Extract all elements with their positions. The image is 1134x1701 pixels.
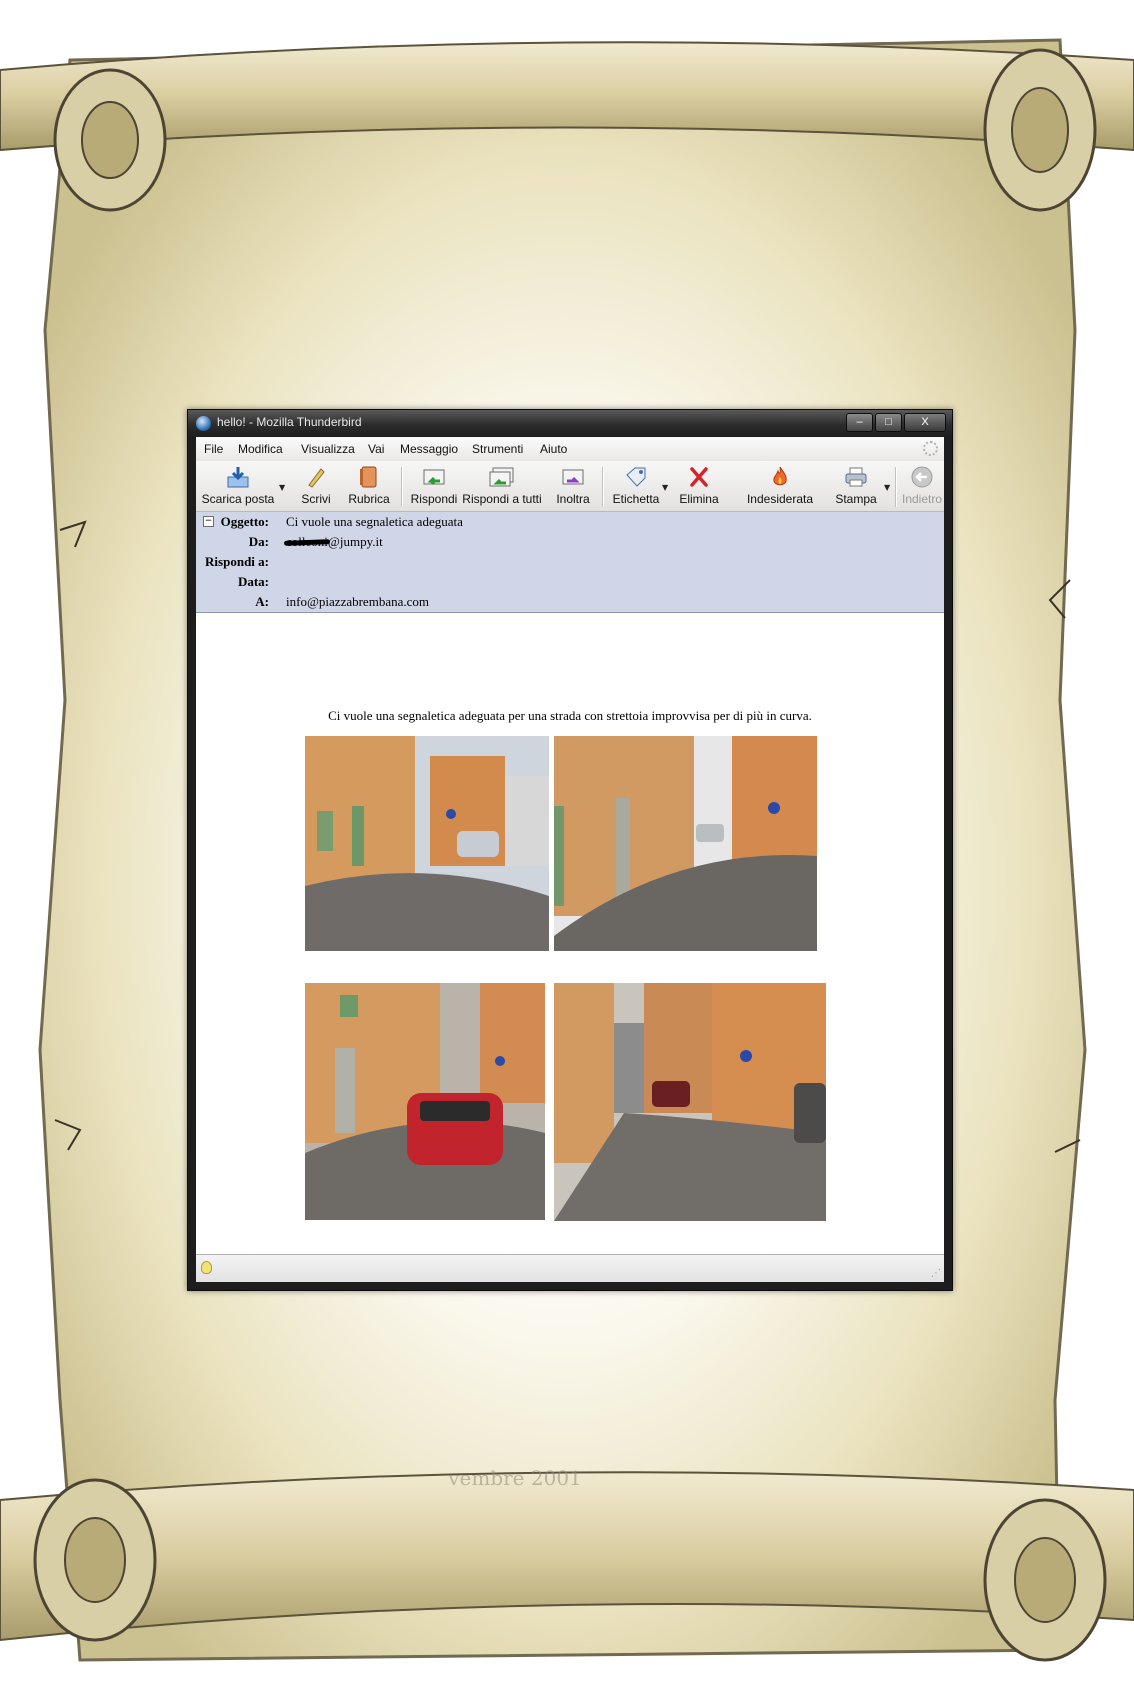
- tag-icon: [626, 467, 646, 487]
- subject-row: Oggetto: Ci vuole una segnaletica adegua…: [196, 514, 944, 532]
- print-label: Stampa: [835, 492, 877, 506]
- delete-x-icon: [690, 467, 708, 487]
- address-book-icon: [360, 466, 377, 488]
- reply-to-label: Rispondi a:: [205, 554, 269, 569]
- tag-button[interactable]: Etichetta: [606, 465, 666, 509]
- reply-to-row: Rispondi a:: [196, 554, 944, 572]
- lightbulb-icon: [201, 1261, 212, 1274]
- pencil-icon: [308, 468, 325, 488]
- menu-file[interactable]: File: [204, 442, 223, 456]
- parchment-caption: vembre 2001: [448, 1466, 582, 1490]
- close-button[interactable]: X: [904, 413, 946, 432]
- junk-button[interactable]: Indesiderata: [740, 465, 820, 509]
- get-mail-dropdown-icon[interactable]: ▼: [279, 483, 285, 492]
- resize-grip-icon[interactable]: ⋰: [931, 1268, 941, 1279]
- title-bar[interactable]: hello! - Mozilla Thunderbird – □ X: [188, 410, 952, 437]
- back-label: Indietro: [901, 492, 943, 506]
- from-redacted-name: colleoni: [286, 534, 328, 549]
- reply-icon: [423, 469, 445, 486]
- print-dropdown-icon[interactable]: ▼: [884, 483, 890, 492]
- date-label: Data:: [237, 574, 269, 589]
- forward-label: Inoltra: [556, 492, 590, 506]
- toolbar-separator: [895, 467, 897, 507]
- message-header-pane: − Oggetto: Ci vuole una segnaletica adeg…: [196, 512, 944, 613]
- menu-strumenti[interactable]: Strumenti: [472, 442, 523, 456]
- reply-all-label: Rispondi a tutti: [462, 492, 542, 506]
- from-row: Da: colleoni@jumpy.it: [196, 534, 944, 552]
- street-photo-1: [305, 736, 549, 951]
- printer-icon: [845, 467, 867, 487]
- toolbar-separator: [602, 467, 604, 507]
- main-toolbar: Scarica posta ▼ Scrivi Rubrica Rispondi …: [196, 461, 944, 512]
- to-value[interactable]: info@piazzabrembana.com: [286, 594, 429, 610]
- thunderbird-app-icon: [196, 416, 211, 431]
- message-text: Ci vuole una segnaletica adeguata per un…: [328, 708, 812, 723]
- menu-aiuto[interactable]: Aiuto: [540, 442, 567, 456]
- forward-icon: [562, 469, 584, 485]
- address-book-button[interactable]: Rubrica: [344, 465, 394, 509]
- forward-button[interactable]: Inoltra: [549, 465, 597, 509]
- delete-button[interactable]: Elimina: [674, 465, 724, 509]
- street-photo-3: [305, 983, 545, 1220]
- menu-visualizza[interactable]: Visualizza: [301, 442, 355, 456]
- subject-label: Oggetto:: [220, 514, 269, 529]
- download-mail-icon: [227, 467, 249, 488]
- reply-all-button[interactable]: Rispondi a tutti: [459, 465, 545, 509]
- reply-all-icon: [489, 467, 514, 487]
- menu-modifica[interactable]: Modifica: [238, 442, 283, 456]
- back-arrow-icon: [911, 466, 933, 488]
- menu-messaggio[interactable]: Messaggio: [400, 442, 458, 456]
- toolbar-separator: [401, 467, 403, 507]
- from-label: Da:: [248, 534, 269, 549]
- window-title: hello! - Mozilla Thunderbird: [217, 415, 362, 429]
- window-client-area: File Modifica Visualizza Vai Messaggio S…: [196, 437, 944, 1282]
- get-mail-button[interactable]: Scarica posta: [199, 465, 277, 509]
- from-value[interactable]: colleoni@jumpy.it: [286, 534, 383, 550]
- status-bar: ⋰: [196, 1254, 944, 1282]
- get-mail-label: Scarica posta: [201, 492, 275, 506]
- reply-label: Rispondi: [410, 492, 458, 506]
- flame-icon: [773, 466, 787, 486]
- menu-vai[interactable]: Vai: [368, 442, 384, 456]
- date-row: Data:: [196, 574, 944, 592]
- write-button[interactable]: Scrivi: [296, 465, 336, 509]
- junk-label: Indesiderata: [746, 492, 814, 506]
- street-photo-2: [554, 736, 817, 951]
- thunderbird-window: hello! - Mozilla Thunderbird – □ X File …: [187, 409, 953, 1291]
- tag-label: Etichetta: [612, 492, 660, 506]
- activity-throbber-icon: [923, 441, 938, 456]
- tag-dropdown-icon[interactable]: ▼: [662, 483, 668, 492]
- delete-label: Elimina: [679, 492, 719, 506]
- to-label: A:: [255, 594, 269, 609]
- minimize-button[interactable]: –: [846, 413, 873, 432]
- print-button[interactable]: Stampa: [829, 465, 883, 509]
- from-domain: @jumpy.it: [327, 534, 383, 549]
- to-row: A: info@piazzabrembana.com: [196, 594, 944, 612]
- subject-value: Ci vuole una segnaletica adeguata: [286, 514, 463, 529]
- menu-bar: File Modifica Visualizza Vai Messaggio S…: [196, 437, 944, 461]
- street-photo-4: [554, 983, 826, 1221]
- reply-button[interactable]: Rispondi: [405, 465, 463, 509]
- back-button[interactable]: Indietro: [898, 465, 944, 509]
- write-label: Scrivi: [301, 492, 331, 506]
- address-book-label: Rubrica: [348, 492, 390, 506]
- maximize-button[interactable]: □: [875, 413, 902, 432]
- message-body: Ci vuole una segnaletica adeguata per un…: [196, 613, 944, 1254]
